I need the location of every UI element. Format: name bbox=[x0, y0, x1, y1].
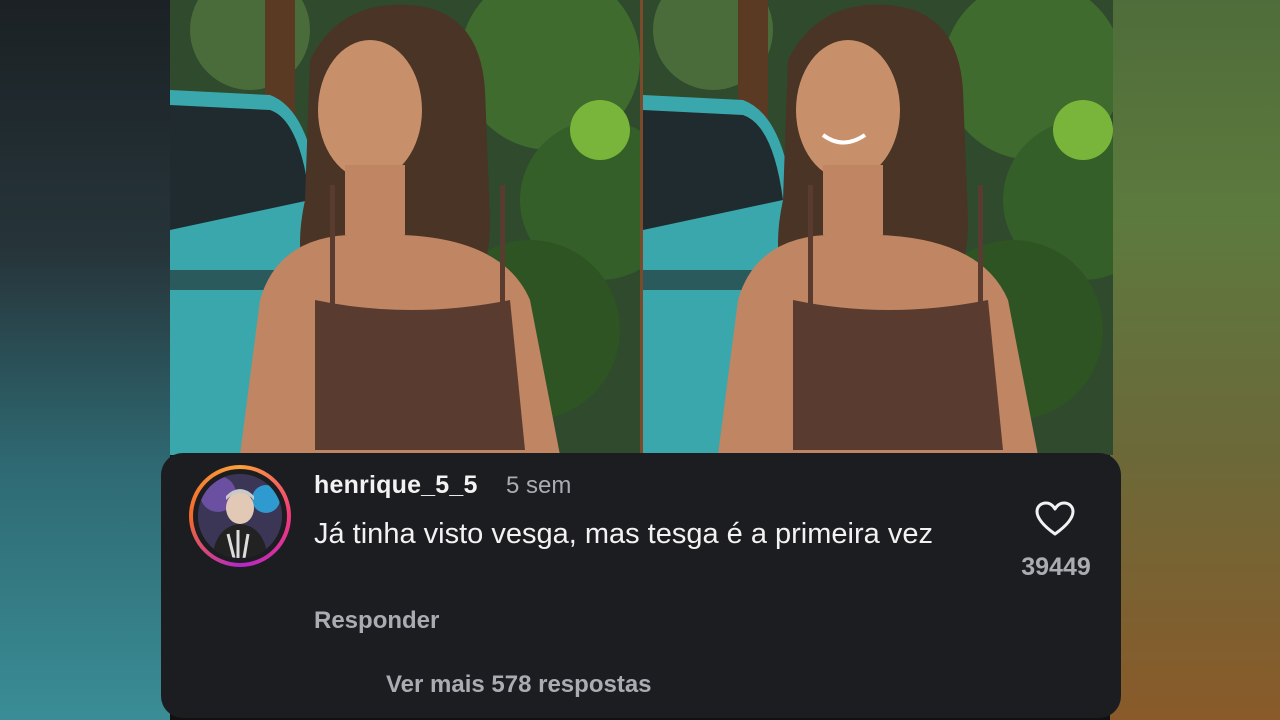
avatar-story-ring[interactable] bbox=[189, 465, 291, 567]
like-count: 39449 bbox=[1021, 553, 1091, 581]
blurred-background-right bbox=[1110, 0, 1280, 720]
photo-left bbox=[170, 0, 640, 455]
blurred-background-left bbox=[0, 0, 170, 720]
reply-button[interactable]: Responder bbox=[314, 607, 439, 635]
avatar-image bbox=[198, 474, 282, 558]
video-frame: henrique_5_5 5 sem Já tinha visto vesga,… bbox=[0, 0, 1280, 720]
comment-username[interactable]: henrique_5_5 bbox=[314, 471, 478, 500]
view-more-replies-button[interactable]: Ver mais 578 respostas bbox=[386, 671, 652, 699]
photo-right bbox=[643, 0, 1113, 455]
heart-icon[interactable] bbox=[1035, 501, 1075, 537]
photo-right-illustration bbox=[643, 0, 1113, 455]
comment-timestamp: 5 sem bbox=[506, 472, 572, 499]
photo-left-illustration bbox=[170, 0, 640, 455]
comment-card: henrique_5_5 5 sem Já tinha visto vesga,… bbox=[161, 453, 1121, 718]
avatar bbox=[198, 474, 282, 558]
comment-text: Já tinha visto vesga, mas tesga é a prim… bbox=[314, 518, 933, 550]
